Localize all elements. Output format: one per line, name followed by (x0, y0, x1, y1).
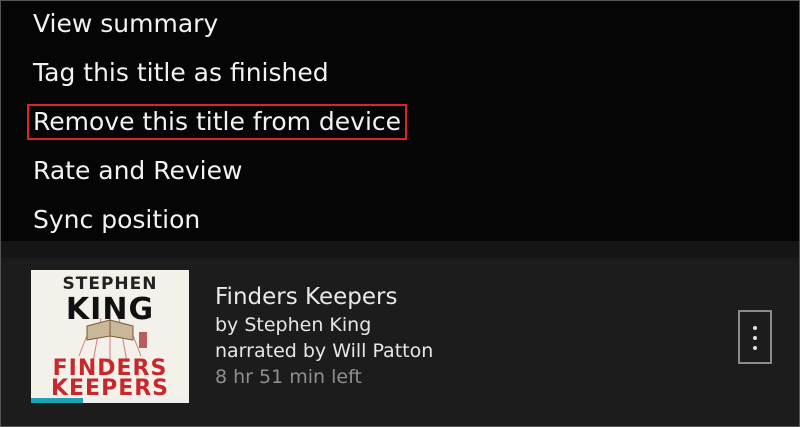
book-narrator: narrated by Will Patton (215, 340, 434, 362)
menu-item-sync-position[interactable]: Sync position (33, 204, 200, 236)
book-list-item[interactable]: STEPHEN KING FINDERS KEEPERS Finders Kee (1, 258, 799, 426)
menu-item-tag-finished[interactable]: Tag this title as finished (33, 57, 329, 89)
book-time-left: 8 hr 51 min left (215, 366, 362, 388)
listening-progress-bar (31, 398, 189, 403)
book-cover[interactable]: STEPHEN KING FINDERS KEEPERS (31, 270, 189, 398)
context-menu: View summary Tag this title as finished … (1, 1, 799, 241)
book-author: by Stephen King (215, 314, 372, 336)
app-frame: View summary Tag this title as finished … (0, 0, 800, 427)
more-options-button[interactable] (738, 310, 772, 364)
book-title: Finders Keepers (215, 284, 398, 310)
menu-divider (1, 241, 799, 258)
menu-item-remove-title[interactable]: Remove this title from device (27, 104, 408, 140)
menu-item-rate-review[interactable]: Rate and Review (33, 155, 242, 187)
listening-progress-fill (31, 398, 84, 403)
menu-item-view-summary[interactable]: View summary (33, 8, 218, 40)
cover-title-second: KEEPERS (50, 376, 170, 398)
